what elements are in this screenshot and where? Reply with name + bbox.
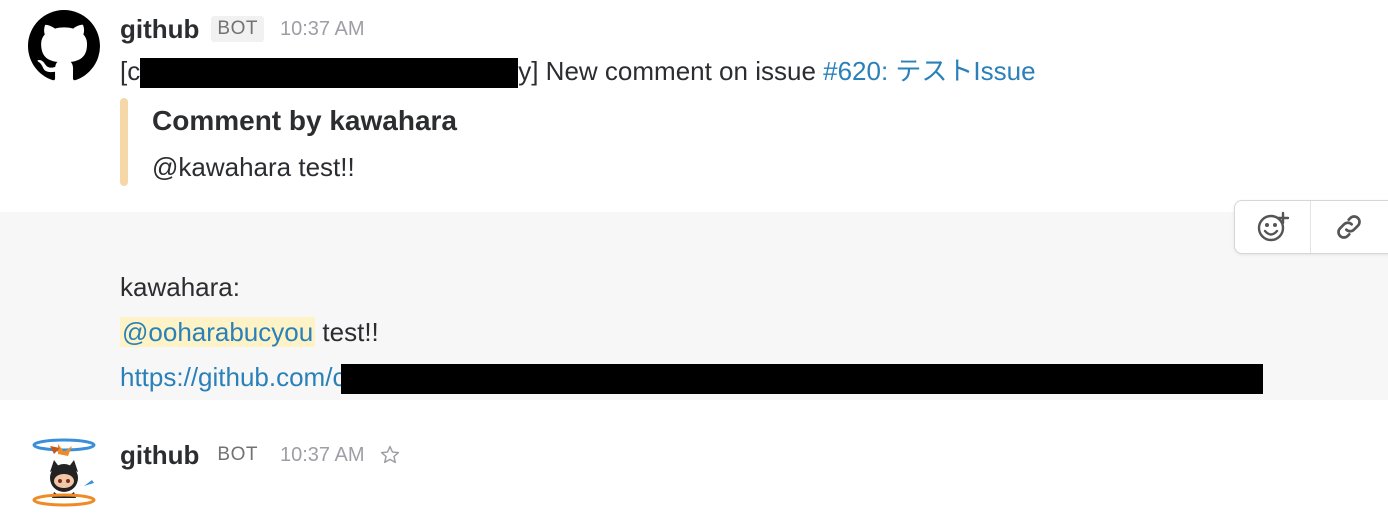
mention-suffix: test!! bbox=[315, 317, 379, 347]
message-2: github BOT 10:37 AM kawahara: @ooharabuc… bbox=[0, 212, 1388, 507]
github-avatar[interactable] bbox=[28, 10, 100, 82]
bot-badge: BOT bbox=[217, 444, 258, 465]
message-line-2: @ooharabucyou test!! bbox=[120, 315, 379, 349]
add-reaction-icon bbox=[1257, 211, 1289, 242]
message-url: https://github.com/c bbox=[120, 360, 1264, 395]
sender-name[interactable]: github bbox=[120, 440, 199, 471]
custom-octocat-avatar[interactable] bbox=[28, 436, 100, 508]
copy-link-button[interactable] bbox=[1310, 201, 1386, 253]
url-link[interactable]: https://github.com/c bbox=[120, 362, 345, 392]
message-1: github BOT 10:37 AM [c y] New comment on … bbox=[0, 0, 1388, 212]
redacted-block bbox=[341, 364, 1264, 395]
repo-name-start: c bbox=[127, 56, 141, 86]
message-text: [c y] New comment on issue #620: テストIssue bbox=[120, 54, 1036, 89]
message-header: github BOT 10:37 AM bbox=[120, 438, 401, 472]
timestamp[interactable]: 10:37 AM bbox=[280, 444, 365, 467]
bot-badge: BOT bbox=[211, 16, 264, 42]
github-octocat-icon bbox=[28, 10, 100, 81]
issue-link[interactable]: #620: テストIssue bbox=[823, 56, 1035, 86]
add-reaction-button[interactable] bbox=[1235, 201, 1310, 253]
sender-name[interactable]: github bbox=[120, 14, 199, 45]
attachment-border bbox=[120, 98, 128, 186]
copy-link-icon bbox=[1336, 215, 1361, 239]
message-header: github BOT 10:37 AM bbox=[120, 12, 365, 46]
octocat-portal-icon bbox=[32, 438, 96, 507]
message-actions bbox=[1234, 200, 1388, 254]
attachment-title: Comment by kawahara bbox=[152, 105, 457, 136]
redacted-block bbox=[140, 58, 519, 89]
user-mention[interactable]: @ooharabucyou bbox=[120, 317, 316, 347]
url-prefix: https://github.com/ bbox=[120, 362, 333, 392]
attachment-text: @kawahara test!! bbox=[152, 152, 355, 182]
message-main-text: ] New comment on issue bbox=[531, 56, 824, 86]
message-line-1: kawahara: bbox=[120, 272, 240, 302]
star-icon[interactable] bbox=[379, 444, 401, 466]
timestamp[interactable]: 10:37 AM bbox=[280, 18, 365, 41]
repo-name-end: y bbox=[518, 56, 532, 86]
